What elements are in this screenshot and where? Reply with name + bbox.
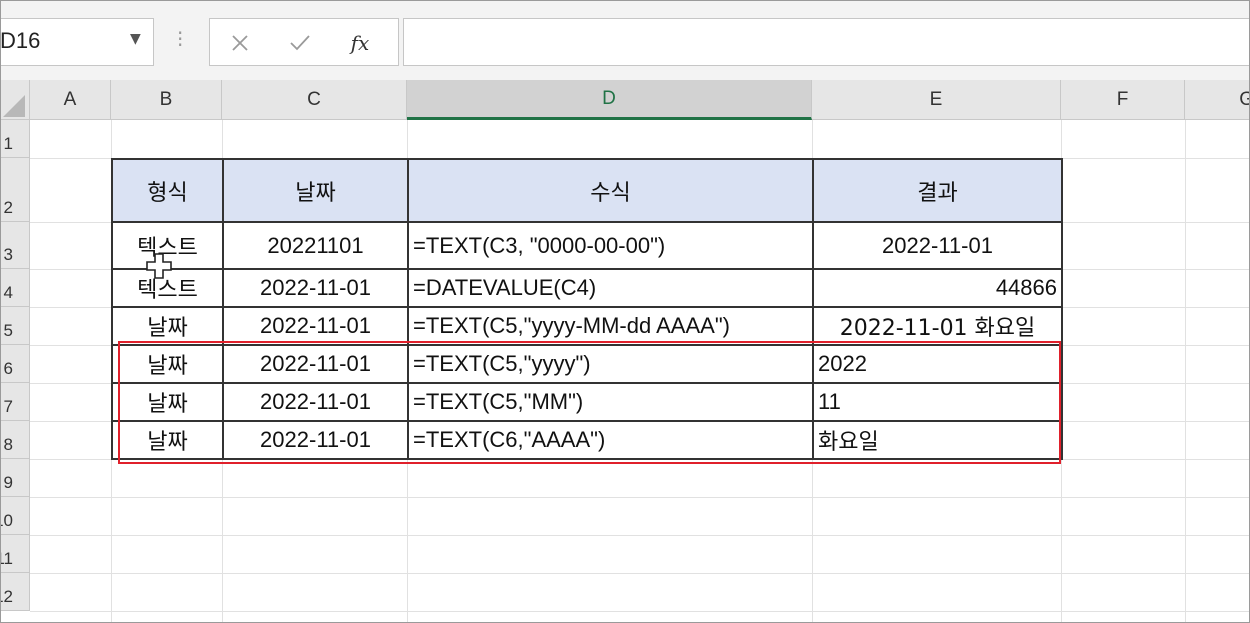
column-header-b[interactable]: B (111, 80, 222, 120)
cell-result[interactable]: 2022-11-01 화요일 (812, 306, 1063, 346)
table-row: 날짜 2022-11-01 =TEXT(C5,"MM") 11 (111, 382, 1063, 422)
column-header-g[interactable]: G (1185, 80, 1250, 120)
cell-select-cursor-icon (145, 252, 173, 284)
row-header-8[interactable]: 8 (0, 421, 30, 459)
column-header-e[interactable]: E (812, 80, 1061, 120)
cell-format[interactable]: 날짜 (111, 344, 224, 384)
gridline (30, 611, 1250, 612)
gridline (1185, 120, 1186, 623)
cell-date[interactable]: 2022-11-01 (222, 344, 409, 384)
cell-format[interactable]: 날짜 (111, 382, 224, 422)
cell-formula[interactable]: =DATEVALUE(C4) (407, 268, 814, 308)
table-row: 텍스트 2022-11-01 =DATEVALUE(C4) 44866 (111, 268, 1063, 308)
name-box[interactable]: D16 ▼ (0, 18, 154, 66)
row-header-4-label: 4 (3, 283, 13, 302)
column-header-a[interactable]: A (30, 80, 111, 120)
row-header-1-label: 1 (3, 134, 13, 153)
row-header-11[interactable]: 11 (0, 535, 30, 573)
cell-result[interactable]: 2022-11-01 (812, 221, 1063, 270)
cell-date[interactable]: 20221101 (222, 221, 409, 270)
row-header-3-label: 3 (3, 245, 13, 264)
header-cell-format[interactable]: 형식 (111, 158, 224, 223)
row-header-2[interactable]: 2 (0, 158, 30, 222)
enter-icon[interactable] (285, 29, 315, 57)
formula-buttons: fx (209, 18, 399, 66)
name-box-value: D16 (0, 28, 41, 53)
cell-formula[interactable]: =TEXT(C6,"AAAA") (407, 420, 814, 460)
row-header-9[interactable]: 9 (0, 459, 30, 497)
select-all-corner[interactable] (0, 80, 30, 120)
row-header-2-label: 2 (3, 198, 13, 217)
table-row: 날짜 2022-11-01 =TEXT(C5,"yyyy") 2022 (111, 344, 1063, 384)
cell-date[interactable]: 2022-11-01 (222, 382, 409, 422)
row-header-1[interactable]: 1 (0, 120, 30, 158)
row-header-9-label: 9 (3, 473, 13, 492)
formula-bar: D16 ▼ · · · fx (0, 0, 1250, 89)
row-header-10[interactable]: 10 (0, 497, 30, 535)
row-header-6[interactable]: 6 (0, 345, 30, 383)
column-header-g-label: G (1239, 88, 1250, 110)
column-header-f[interactable]: F (1061, 80, 1185, 120)
cell-result[interactable]: 2022 (812, 344, 1063, 384)
table-row: 날짜 2022-11-01 =TEXT(C5,"yyyy-MM-dd AAAA"… (111, 306, 1063, 346)
cell-formula[interactable]: =TEXT(C5,"yyyy") (407, 344, 814, 384)
row-header-5[interactable]: 5 (0, 307, 30, 345)
header-cell-date[interactable]: 날짜 (222, 158, 409, 223)
cell-formula[interactable]: =TEXT(C5,"MM") (407, 382, 814, 422)
table-row: 날짜 2022-11-01 =TEXT(C6,"AAAA") 화요일 (111, 420, 1063, 460)
header-cell-result[interactable]: 결과 (812, 158, 1063, 223)
column-header-d[interactable]: D (407, 80, 812, 120)
cell-formula[interactable]: =TEXT(C3, "0000-00-00") (407, 221, 814, 270)
cancel-icon[interactable] (225, 29, 255, 57)
gridline (30, 535, 1250, 536)
fx-icon[interactable]: fx (345, 29, 375, 57)
row-header-3[interactable]: 3 (0, 222, 30, 269)
dropdown-arrow-icon[interactable]: ▼ (130, 31, 141, 47)
cell-date[interactable]: 2022-11-01 (222, 306, 409, 346)
cell-formula[interactable]: =TEXT(C5,"yyyy-MM-dd AAAA") (407, 306, 814, 346)
row-header-7-label: 7 (3, 397, 13, 416)
row-header-5-label: 5 (3, 321, 13, 340)
cell-result[interactable]: 44866 (812, 268, 1063, 308)
formula-input[interactable] (403, 18, 1250, 66)
table-row: 텍스트 20221101 =TEXT(C3, "0000-00-00") 202… (111, 221, 1063, 270)
row-header-12-label: 12 (0, 587, 13, 606)
data-table: 형식 날짜 수식 결과 텍스트 20221101 =TEXT(C3, "0000… (111, 158, 1063, 460)
header-cell-formula[interactable]: 수식 (407, 158, 814, 223)
row-header-7[interactable]: 7 (0, 383, 30, 421)
row-header-10-label: 10 (0, 511, 13, 530)
table-header-row: 형식 날짜 수식 결과 (111, 158, 1063, 223)
row-header-12[interactable]: 12 (0, 573, 30, 611)
cell-result[interactable]: 화요일 (812, 420, 1063, 460)
cell-format[interactable]: 날짜 (111, 420, 224, 460)
cell-date[interactable]: 2022-11-01 (222, 268, 409, 308)
row-header-8-label: 8 (3, 435, 13, 454)
gridline (30, 497, 1250, 498)
column-header-c[interactable]: C (222, 80, 407, 120)
cell-result[interactable]: 11 (812, 382, 1063, 422)
cell-date[interactable]: 2022-11-01 (222, 420, 409, 460)
row-header-11-label: 11 (0, 549, 13, 568)
row-header-4[interactable]: 4 (0, 269, 30, 307)
cell-format[interactable]: 날짜 (111, 306, 224, 346)
grip-icon: · · · (177, 21, 184, 57)
row-header-6-label: 6 (3, 359, 13, 378)
gridline (30, 573, 1250, 574)
